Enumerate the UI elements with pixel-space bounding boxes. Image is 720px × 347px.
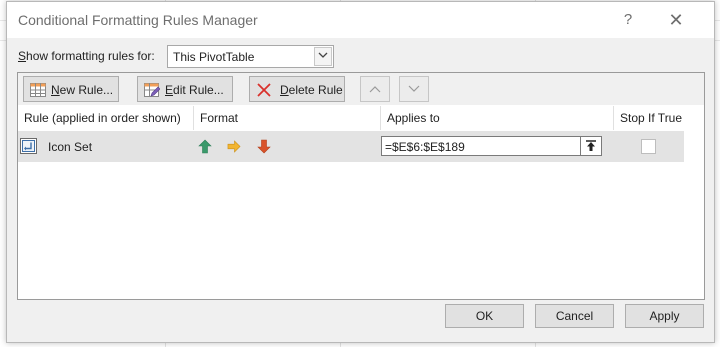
red-down-arrow-icon bbox=[257, 139, 271, 154]
new-rule-icon bbox=[30, 83, 46, 97]
rules-panel: New Rule... Edit Rule... Delete Rule Rul… bbox=[17, 72, 705, 300]
delete-rule-button[interactable]: Delete Rule bbox=[249, 76, 345, 102]
close-button[interactable]: ✕ bbox=[664, 10, 688, 30]
chevron-down-icon bbox=[408, 85, 420, 92]
icon-set-rule-icon bbox=[20, 138, 37, 154]
column-header-rule[interactable]: Rule (applied in order shown) bbox=[18, 106, 194, 130]
table-row[interactable]: Icon Set =$E$6:$E$189 bbox=[18, 131, 684, 162]
chevron-down-icon[interactable] bbox=[314, 47, 332, 66]
collapse-dialog-button[interactable] bbox=[580, 137, 601, 155]
column-header-applies-to[interactable]: Applies to bbox=[381, 106, 614, 130]
rules-toolbar: New Rule... Edit Rule... Delete Rule bbox=[18, 73, 704, 105]
apply-button[interactable]: Apply bbox=[625, 304, 704, 328]
help-button[interactable]: ? bbox=[616, 10, 640, 30]
conditional-formatting-dialog: Conditional Formatting Rules Manager ? ✕… bbox=[6, 1, 715, 343]
edit-rule-label: Edit Rule... bbox=[165, 83, 224, 97]
new-rule-button[interactable]: New Rule... bbox=[23, 76, 119, 102]
upload-arrow-icon bbox=[586, 140, 596, 151]
column-header-format[interactable]: Format bbox=[194, 106, 381, 130]
new-rule-label: New Rule... bbox=[51, 83, 114, 97]
yellow-right-arrow-icon bbox=[227, 140, 241, 153]
delete-icon bbox=[257, 83, 271, 97]
edit-rule-icon bbox=[144, 83, 160, 97]
column-header-stop-if-true[interactable]: Stop If True bbox=[614, 106, 684, 130]
move-up-button[interactable] bbox=[360, 76, 390, 102]
green-up-arrow-icon bbox=[198, 139, 212, 154]
delete-rule-label: Delete Rule bbox=[280, 83, 343, 97]
applies-to-input[interactable]: =$E$6:$E$189 bbox=[381, 136, 602, 156]
scope-dropdown[interactable]: This PivotTable bbox=[167, 45, 334, 68]
scope-selected-value: This PivotTable bbox=[173, 50, 255, 64]
applies-to-value: =$E$6:$E$189 bbox=[385, 140, 465, 154]
dialog-title: Conditional Formatting Rules Manager bbox=[18, 12, 258, 28]
edit-rule-button[interactable]: Edit Rule... bbox=[137, 76, 233, 102]
title-bar: Conditional Formatting Rules Manager ? ✕ bbox=[7, 2, 714, 38]
chevron-up-icon bbox=[369, 86, 381, 93]
rule-name: Icon Set bbox=[48, 140, 93, 154]
stop-if-true-checkbox[interactable] bbox=[641, 139, 656, 154]
cancel-button[interactable]: Cancel bbox=[535, 304, 614, 328]
move-down-button[interactable] bbox=[399, 76, 429, 102]
show-rules-label: Show formatting rules for: bbox=[18, 49, 155, 63]
ok-button[interactable]: OK bbox=[445, 304, 524, 328]
